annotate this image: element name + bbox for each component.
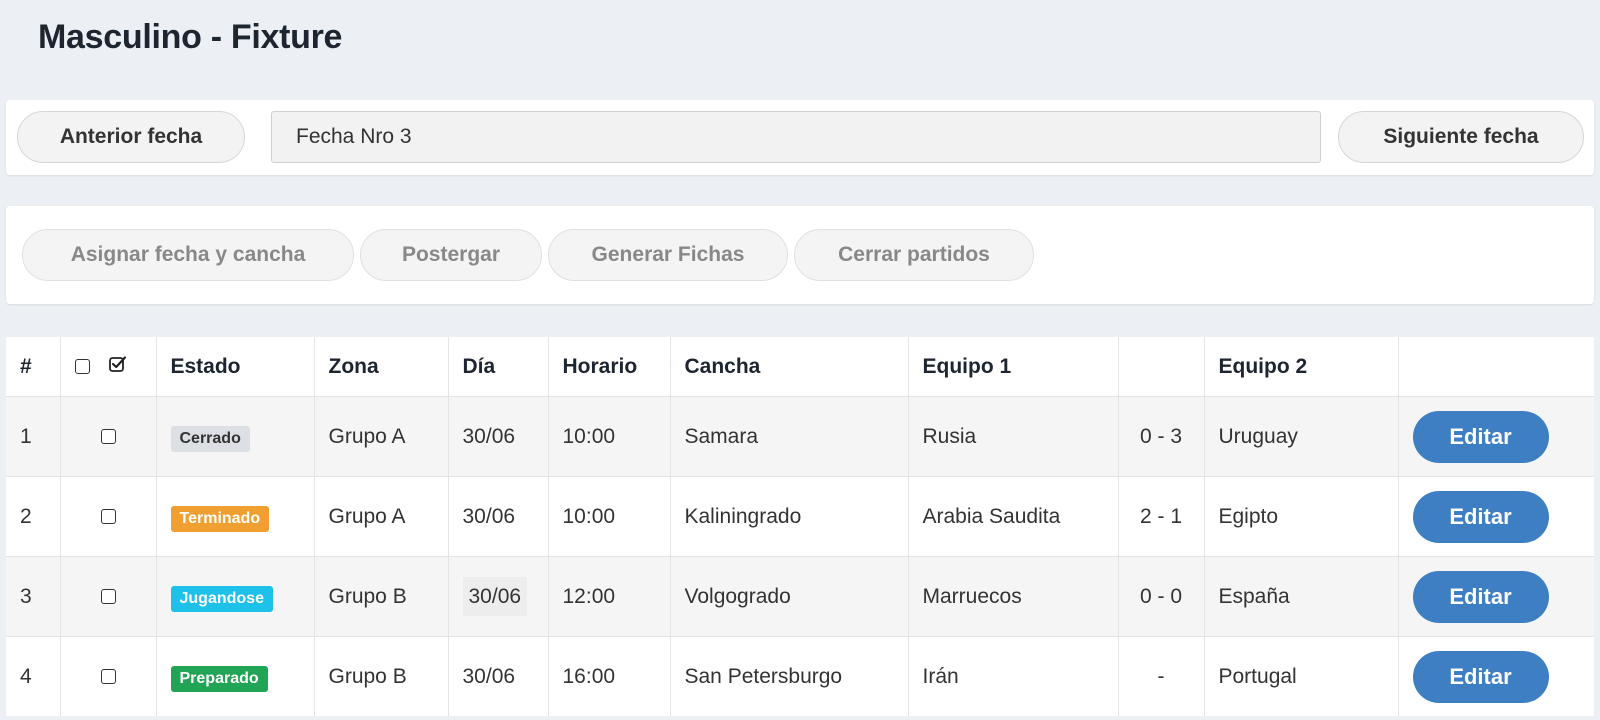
edit-button[interactable]: Editar — [1412, 570, 1549, 623]
status-badge: Cerrado — [170, 425, 250, 452]
status-badge: Terminado — [170, 505, 270, 532]
next-date-button[interactable]: Siguiente fecha — [1338, 111, 1584, 163]
table-row: 2 Terminado Grupo A 30/06 10:00 Kalining… — [6, 476, 1594, 557]
assign-date-court-button[interactable]: Asignar fecha y cancha — [22, 229, 354, 281]
page-title: Masculino - Fixture — [38, 18, 343, 56]
row-select-cell — [59, 476, 156, 557]
row-cancha: Samara — [669, 396, 908, 477]
row-resultado: - — [1117, 636, 1204, 716]
row-dia: 30/06 — [447, 636, 548, 716]
row-actions: Editar — [1397, 396, 1594, 477]
row-zona: Grupo B — [313, 556, 448, 637]
row-zona: Grupo A — [313, 476, 448, 557]
row-select-cell — [59, 556, 156, 637]
row-resultado: 0 - 0 — [1117, 556, 1204, 637]
edit-button[interactable]: Editar — [1412, 410, 1549, 463]
row-equipo1: Rusia — [907, 396, 1118, 477]
row-equipo2: Portugal — [1203, 636, 1398, 716]
status-badge: Jugandose — [170, 585, 273, 612]
row-resultado: 2 - 1 — [1117, 476, 1204, 557]
row-zona: Grupo A — [313, 396, 448, 477]
fixture-table: # Estado Zona Día Horario Cancha Equipo … — [6, 337, 1594, 716]
header-cancha: Cancha — [669, 337, 908, 397]
row-checkbox[interactable] — [100, 509, 116, 525]
date-navigation-card: Anterior fecha Siguiente fecha — [6, 100, 1594, 175]
row-select-cell — [59, 636, 156, 716]
row-estado-cell: Jugandose — [155, 556, 314, 637]
row-estado-cell: Cerrado — [155, 396, 314, 477]
row-number: 4 — [6, 636, 60, 716]
header-number: # — [6, 337, 60, 397]
actions-card: Asignar fecha y cancha Postergar Generar… — [6, 206, 1594, 304]
row-cancha: Kaliningrado — [669, 476, 908, 557]
row-cancha: Volgogrado — [669, 556, 908, 637]
table-row: 3 Jugandose Grupo B 30/06 12:00 Volgogra… — [6, 556, 1594, 637]
row-actions: Editar — [1397, 636, 1594, 716]
row-equipo2: Egipto — [1203, 476, 1398, 557]
row-equipo1: Arabia Saudita — [907, 476, 1118, 557]
status-badge: Preparado — [170, 665, 268, 692]
header-dia: Día — [447, 337, 548, 397]
row-horario: 10:00 — [547, 476, 670, 557]
row-dia: 30/06 — [447, 476, 548, 557]
row-horario: 12:00 — [547, 556, 670, 637]
row-cancha: San Petersburgo — [669, 636, 908, 716]
row-dia: 30/06 — [462, 576, 528, 616]
header-horario: Horario — [547, 337, 670, 397]
row-equipo2: España — [1203, 556, 1398, 637]
header-equipo2: Equipo 2 — [1203, 337, 1398, 397]
postpone-button[interactable]: Postergar — [360, 229, 542, 281]
row-estado-cell: Preparado — [155, 636, 314, 716]
header-equipo1: Equipo 1 — [907, 337, 1118, 397]
table-header-row: # Estado Zona Día Horario Cancha Equipo … — [6, 337, 1594, 397]
table-row: 4 Preparado Grupo B 30/06 16:00 San Pete… — [6, 636, 1594, 716]
close-matches-button[interactable]: Cerrar partidos — [794, 229, 1034, 281]
check-all-icon[interactable] — [109, 355, 127, 379]
header-zona: Zona — [313, 337, 448, 397]
edit-button[interactable]: Editar — [1412, 650, 1549, 703]
row-checkbox[interactable] — [100, 589, 116, 605]
row-number: 1 — [6, 396, 60, 477]
row-horario: 10:00 — [547, 396, 670, 477]
header-resultado — [1117, 337, 1204, 397]
header-estado: Estado — [155, 337, 314, 397]
generate-sheets-button[interactable]: Generar Fichas — [548, 229, 788, 281]
header-select — [59, 337, 156, 397]
row-equipo1: Marruecos — [907, 556, 1118, 637]
row-horario: 16:00 — [547, 636, 670, 716]
previous-date-button[interactable]: Anterior fecha — [17, 111, 245, 163]
row-checkbox[interactable] — [100, 429, 116, 445]
row-actions: Editar — [1397, 476, 1594, 557]
uncheck-all-icon[interactable] — [74, 359, 90, 375]
row-equipo1: Irán — [907, 636, 1118, 716]
row-dia: 30/06 — [447, 396, 548, 477]
row-actions: Editar — [1397, 556, 1594, 637]
row-resultado: 0 - 3 — [1117, 396, 1204, 477]
row-select-cell — [59, 396, 156, 477]
table-row: 1 Cerrado Grupo A 30/06 10:00 Samara Rus… — [6, 396, 1594, 477]
row-zona: Grupo B — [313, 636, 448, 716]
row-estado-cell: Terminado — [155, 476, 314, 557]
row-equipo2: Uruguay — [1203, 396, 1398, 477]
row-number: 2 — [6, 476, 60, 557]
row-number: 3 — [6, 556, 60, 637]
header-acciones — [1397, 337, 1594, 397]
row-dia-cell: 30/06 — [447, 556, 548, 637]
row-checkbox[interactable] — [100, 669, 116, 685]
date-field[interactable] — [271, 111, 1321, 163]
edit-button[interactable]: Editar — [1412, 490, 1549, 543]
